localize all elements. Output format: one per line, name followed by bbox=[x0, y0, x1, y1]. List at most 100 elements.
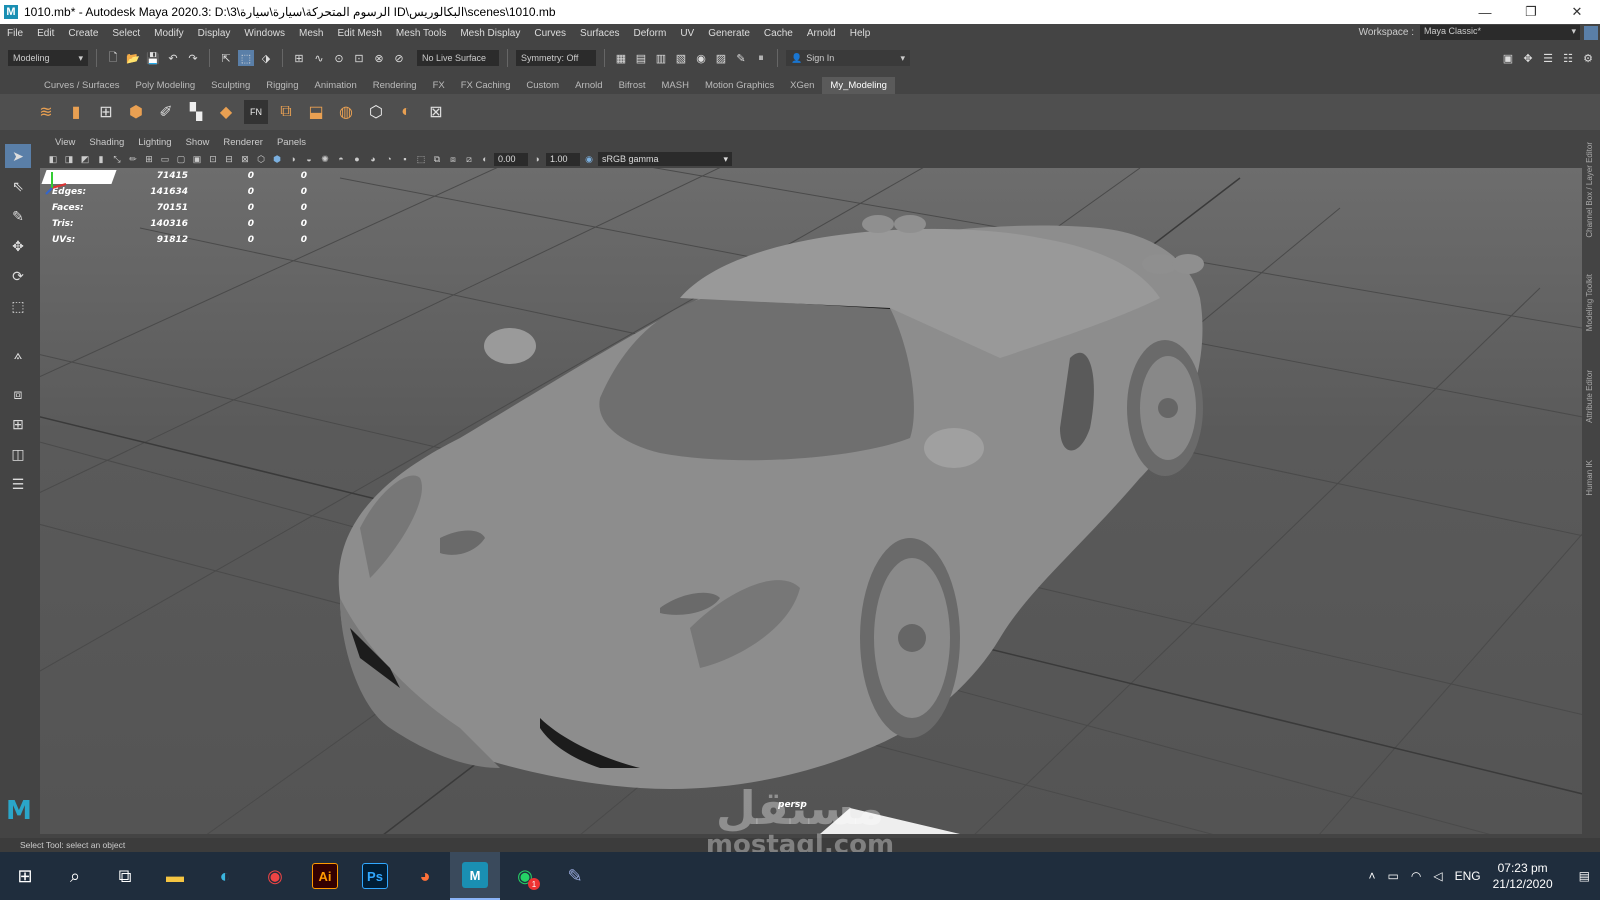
volume-icon[interactable]: ◁ bbox=[1433, 869, 1442, 883]
firefox-icon[interactable]: ◕ bbox=[400, 852, 450, 900]
clock[interactable]: 07:23 pm 21/12/2020 bbox=[1493, 860, 1553, 892]
panel-menu-show[interactable]: Show bbox=[179, 137, 217, 148]
extrude-icon[interactable]: ▮ bbox=[64, 100, 88, 124]
shelf-tab-xgen[interactable]: XGen bbox=[782, 77, 822, 94]
task-view-icon[interactable]: ⧉ bbox=[100, 852, 150, 900]
wifi-icon[interactable]: ◠ bbox=[1411, 869, 1421, 883]
four-view-layout-icon[interactable]: ⊞ bbox=[5, 412, 31, 436]
wireframe-on-shaded-icon[interactable]: ◑ bbox=[286, 152, 300, 166]
menu-surfaces[interactable]: Surfaces bbox=[573, 28, 626, 39]
lights-icon[interactable]: ✺ bbox=[318, 152, 332, 166]
menu-select[interactable]: Select bbox=[105, 28, 147, 39]
menu-curves[interactable]: Curves bbox=[527, 28, 573, 39]
shadows-icon[interactable]: ◓ bbox=[334, 152, 348, 166]
select-hierarchy-icon[interactable]: ⇱ bbox=[218, 50, 234, 66]
notification-icon[interactable]: ▤ bbox=[1579, 869, 1590, 883]
whatsapp-icon[interactable]: ◉ 1 bbox=[500, 852, 550, 900]
menu-arnold[interactable]: Arnold bbox=[800, 28, 843, 39]
shelf-tab-poly-modeling[interactable]: Poly Modeling bbox=[128, 77, 204, 94]
grid-icon[interactable]: ⊞ bbox=[142, 152, 156, 166]
rotate-tool-icon[interactable]: ⟳ bbox=[5, 264, 31, 288]
menu-deform[interactable]: Deform bbox=[627, 28, 674, 39]
snap-surface-icon[interactable]: ⊗ bbox=[371, 50, 387, 66]
menu-display[interactable]: Display bbox=[191, 28, 238, 39]
menuset-dropdown[interactable]: Modeling ▾ bbox=[8, 50, 88, 66]
panel-menu-lighting[interactable]: Lighting bbox=[131, 137, 178, 148]
xray-icon[interactable]: ⧉ bbox=[430, 152, 444, 166]
tab-attribute-editor[interactable]: Attribute Editor bbox=[1585, 370, 1594, 423]
scale-tool-icon[interactable]: ⬚ bbox=[5, 294, 31, 318]
quad-draw-icon[interactable]: ✐ bbox=[154, 100, 178, 124]
smooth-icon[interactable]: ◐ bbox=[394, 100, 418, 124]
pause-icon[interactable]: ⏸ bbox=[753, 50, 769, 66]
menu-edit[interactable]: Edit bbox=[30, 28, 61, 39]
menu-generate[interactable]: Generate bbox=[701, 28, 757, 39]
make-live-icon[interactable]: ⊘ bbox=[391, 50, 407, 66]
file-explorer-icon[interactable]: ▬ bbox=[150, 852, 200, 900]
face-normals-icon[interactable]: FN bbox=[244, 100, 268, 124]
symmetry-dropdown[interactable]: Symmetry: Off bbox=[516, 50, 596, 66]
photoshop-icon[interactable]: Ps bbox=[350, 852, 400, 900]
character-controls-toggle-icon[interactable]: ✥ bbox=[1520, 50, 1536, 66]
camera-attributes-icon[interactable]: ◨ bbox=[62, 152, 76, 166]
last-tool-icon[interactable]: ⟑ bbox=[5, 342, 31, 366]
shelf-tab-custom[interactable]: Custom bbox=[518, 77, 567, 94]
shelf-tab-animation[interactable]: Animation bbox=[306, 77, 364, 94]
save-scene-icon[interactable]: 💾 bbox=[145, 50, 161, 66]
snap-curve-icon[interactable]: ∿ bbox=[311, 50, 327, 66]
outliner-layout-icon[interactable]: ☰ bbox=[5, 472, 31, 496]
field-chart-icon[interactable]: ⊡ bbox=[206, 152, 220, 166]
shelf-tab-motion-graphics[interactable]: Motion Graphics bbox=[697, 77, 782, 94]
modeling-toolkit-toggle-icon[interactable]: ▣ bbox=[1500, 50, 1516, 66]
menu-mesh[interactable]: Mesh bbox=[292, 28, 330, 39]
safe-title-icon[interactable]: ⊠ bbox=[238, 152, 252, 166]
channel-box-toggle-icon[interactable]: ⚙ bbox=[1580, 50, 1596, 66]
shelf-tab-rigging[interactable]: Rigging bbox=[258, 77, 306, 94]
wireframe-icon[interactable]: ⬡ bbox=[254, 152, 268, 166]
menu-create[interactable]: Create bbox=[61, 28, 105, 39]
two-view-layout-icon[interactable]: ◫ bbox=[5, 442, 31, 466]
panel-menu-panels[interactable]: Panels bbox=[270, 137, 313, 148]
shelf-tab-my-modeling[interactable]: My_Modeling bbox=[822, 77, 895, 94]
gamma-icon[interactable]: ◑ bbox=[530, 152, 544, 166]
gate-mask-icon[interactable]: ▣ bbox=[190, 152, 204, 166]
language-indicator[interactable]: ENG bbox=[1455, 869, 1481, 883]
motion-blur-icon[interactable]: ◕ bbox=[366, 152, 380, 166]
menu-file[interactable]: File bbox=[0, 28, 30, 39]
panel-menu-view[interactable]: View bbox=[48, 137, 82, 148]
render-view-icon[interactable]: ▤ bbox=[633, 50, 649, 66]
anti-aliasing-icon[interactable]: ◔ bbox=[382, 152, 396, 166]
search-icon[interactable]: ⌕ bbox=[50, 852, 100, 900]
merge-vertex-icon[interactable]: ◆ bbox=[214, 100, 238, 124]
close-button[interactable]: ✕ bbox=[1554, 0, 1600, 24]
workspace-dropdown[interactable]: Maya Classic* ▾ bbox=[1420, 25, 1580, 40]
menu-uv[interactable]: UV bbox=[673, 28, 701, 39]
shelf-tab-bifrost[interactable]: Bifrost bbox=[611, 77, 654, 94]
illustrator-icon[interactable]: Ai bbox=[300, 852, 350, 900]
move-tool-icon[interactable]: ✥ bbox=[5, 234, 31, 258]
new-scene-icon[interactable]: 🗋 bbox=[105, 50, 121, 66]
poly-cylinder-icon[interactable]: ⬡ bbox=[364, 100, 388, 124]
grease-pencil-icon[interactable]: ✏ bbox=[126, 152, 140, 166]
safe-action-icon[interactable]: ⊟ bbox=[222, 152, 236, 166]
menu-edit-mesh[interactable]: Edit Mesh bbox=[330, 28, 388, 39]
select-component-icon[interactable]: ⬗ bbox=[258, 50, 274, 66]
paint-select-tool-icon[interactable]: ✎ bbox=[5, 204, 31, 228]
perspective-viewport[interactable]: 71415 0 0 Edges: 141634 0 0 Faces: 70151… bbox=[40, 168, 1582, 834]
isolate-select-icon[interactable]: ⬚ bbox=[414, 152, 428, 166]
menu-mesh-tools[interactable]: Mesh Tools bbox=[389, 28, 453, 39]
battery-icon[interactable]: ▭ bbox=[1388, 869, 1399, 883]
chrome-browser-icon[interactable]: ◉ bbox=[250, 852, 300, 900]
light-editor-icon[interactable]: ✎ bbox=[733, 50, 749, 66]
color-space-dropdown[interactable]: sRGB gamma ▾ bbox=[598, 152, 732, 166]
lasso-tool-icon[interactable]: ⇖ bbox=[5, 174, 31, 198]
minimize-button[interactable]: — bbox=[1462, 0, 1508, 24]
render-settings-icon[interactable]: ▧ bbox=[673, 50, 689, 66]
shelf-tab-mash[interactable]: MASH bbox=[654, 77, 697, 94]
xray-active-icon[interactable]: ⧄ bbox=[462, 152, 476, 166]
poly-cube-icon[interactable]: ⬢ bbox=[124, 100, 148, 124]
film-gate-icon[interactable]: ▭ bbox=[158, 152, 172, 166]
hypershade-icon[interactable]: ◉ bbox=[693, 50, 709, 66]
mirror-icon[interactable]: ⧉ bbox=[274, 100, 298, 124]
layers-stack-icon[interactable]: ≋ bbox=[34, 100, 58, 124]
